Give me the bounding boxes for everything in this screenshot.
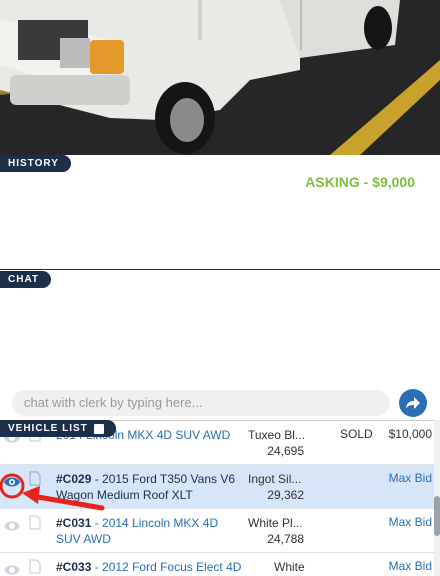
- max-bid-link[interactable]: Max Bid: [389, 515, 432, 529]
- max-bid-link[interactable]: Max Bid: [389, 471, 432, 485]
- vehicle-list[interactable]: 2014 Lincoln MKX 4D SUV AWD Tuxeo Bl... …: [0, 420, 440, 576]
- vehicle-description[interactable]: #C031 - 2014 Lincoln MKX 4D SUV AWD: [56, 515, 246, 547]
- chat-input-placeholder: chat with clerk by typing here...: [24, 395, 203, 410]
- chat-tag-label: CHAT: [8, 274, 40, 285]
- lot-number: #C033: [56, 560, 92, 574]
- vehicle-miles: 29,362: [267, 488, 304, 502]
- history-tag-label: HISTORY: [8, 158, 59, 169]
- max-bid-link[interactable]: Max Bid: [389, 559, 432, 573]
- vehicle-color: Ingot Sil...: [248, 472, 302, 486]
- lot-number: #C029: [56, 472, 92, 486]
- vehicle-description[interactable]: #C029 - 2015 Ford T350 Vans V6 Wagon Med…: [56, 471, 246, 503]
- vehicle-list-tag-label: VEHICLE LIST: [8, 423, 88, 434]
- history-tag: HISTORY: [0, 155, 71, 172]
- vehicle-color: White: [274, 560, 305, 574]
- vehicle-color: White Pl...: [248, 516, 303, 530]
- section-divider: [0, 269, 440, 270]
- document-icon[interactable]: [29, 471, 41, 486]
- vehicle-list-tag: VEHICLE LIST: [0, 420, 116, 437]
- chat-tag: CHAT: [0, 271, 52, 288]
- table-row-selected[interactable]: #C029 - 2015 Ford T350 Vans V6 Wagon Med…: [0, 465, 434, 509]
- vehicle-description[interactable]: #C033 - 2012 Ford Focus Elect 4D: [56, 559, 246, 575]
- vehicle-price: $10,000: [388, 427, 432, 441]
- table-row[interactable]: #C033 - 2012 Ford Focus Elect 4D White M…: [0, 553, 434, 576]
- vehicle-status: SOLD: [340, 427, 373, 441]
- vehicle-color: Tuxeo Bl...: [248, 428, 305, 442]
- asking-price: ASKING - $9,000: [305, 174, 415, 190]
- vehicle-miles: 24,788: [267, 532, 304, 546]
- lot-number: #C031: [56, 516, 92, 530]
- document-icon[interactable]: [29, 559, 41, 574]
- send-button[interactable]: [399, 389, 427, 417]
- arrow-forward-icon: [406, 397, 420, 409]
- chat-input[interactable]: chat with clerk by typing here...: [12, 390, 390, 416]
- scrollbar-thumb[interactable]: [434, 496, 440, 536]
- document-icon[interactable]: [29, 515, 41, 530]
- vehicle-title: - 2012 Ford Focus Elect 4D: [91, 560, 242, 574]
- eye-icon[interactable]: [3, 563, 21, 576]
- vehicle-list-checkbox[interactable]: [93, 423, 104, 434]
- eye-icon[interactable]: [3, 475, 21, 489]
- eye-icon[interactable]: [3, 519, 21, 533]
- vehicle-photo: [0, 0, 440, 155]
- vehicle-miles: 24,695: [267, 444, 304, 458]
- table-row[interactable]: #C031 - 2014 Lincoln MKX 4D SUV AWD Whit…: [0, 509, 434, 553]
